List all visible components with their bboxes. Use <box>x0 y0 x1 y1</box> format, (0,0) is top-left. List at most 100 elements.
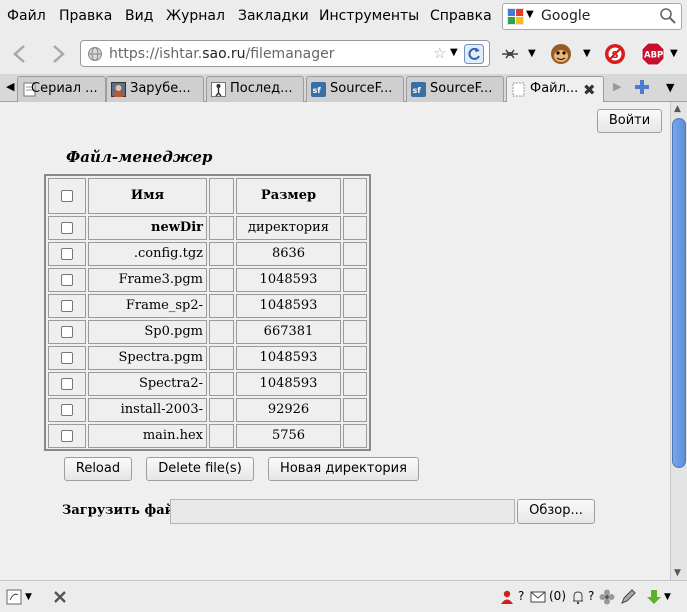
reload-icon[interactable] <box>464 44 484 64</box>
file-size-cell: 92926 <box>236 398 341 422</box>
login-button[interactable]: Войти <box>597 109 662 133</box>
stop-x-icon[interactable] <box>52 589 68 605</box>
select-all-cell <box>48 178 86 214</box>
menu-help[interactable]: Справка <box>430 8 492 24</box>
menu-file[interactable]: Файл <box>7 8 46 24</box>
scroll-tabs-right-icon[interactable]: ▶ <box>613 80 621 93</box>
tab-foreign[interactable]: Зарубе... <box>106 76 204 102</box>
row-checkbox-cell <box>48 242 86 266</box>
file-name-cell[interactable]: Frame3.pgm <box>88 268 207 292</box>
menu-edit[interactable]: Правка <box>59 8 112 24</box>
user-status-text: ? <box>518 589 525 603</box>
scroll-up-arrow-icon[interactable]: ▲ <box>674 104 681 114</box>
file-name-cell[interactable]: Spectra.pgm <box>88 346 207 370</box>
column-header-name[interactable]: Имя <box>88 178 207 214</box>
file-name-cell[interactable]: newDir <box>88 216 207 240</box>
search-engine-dropdown-icon[interactable]: ▼ <box>526 9 534 20</box>
pencil-icon[interactable] <box>620 589 636 605</box>
row-checkbox[interactable] <box>61 248 73 260</box>
menu-tools[interactable]: Инструменты <box>319 8 419 24</box>
bookmark-star-icon[interactable]: ☆ <box>433 44 446 62</box>
file-name-cell[interactable]: Spectra2-data3.pgm <box>88 372 207 413</box>
row-extra-cell <box>343 424 367 448</box>
address-bar[interactable]: https://ishtar.sao.ru/filemanager ☆ ▼ <box>80 40 490 67</box>
row-checkbox[interactable] <box>61 430 73 442</box>
file-size-cell: 1048593 <box>236 294 341 318</box>
menu-history[interactable]: Журнал <box>166 8 225 24</box>
menu-bookmarks[interactable]: Закладки <box>238 8 309 24</box>
file-name-cell[interactable]: main.hex <box>88 424 207 448</box>
forward-arrow-icon[interactable] <box>44 42 70 66</box>
new-directory-button[interactable]: Новая директория <box>268 457 419 481</box>
row-checkbox[interactable] <box>61 326 73 338</box>
tab-latest[interactable]: Послед... <box>206 76 304 102</box>
row-checkbox[interactable] <box>61 404 73 416</box>
column-header-size[interactable]: Размер (байт) <box>236 178 341 237</box>
row-spacer-cell <box>209 346 234 370</box>
download-icon[interactable] <box>646 589 662 605</box>
url-text[interactable]: https://ishtar.sao.ru/filemanager <box>109 46 334 62</box>
scroll-tabs-left-icon[interactable]: ◀ <box>6 80 14 93</box>
menu-bar: Файл Правка Вид Журнал Закладки Инструме… <box>0 0 687 34</box>
file-name-cell[interactable]: install-2003-1.4.pdf <box>88 398 207 439</box>
adblock-plus-icon[interactable]: ABP <box>641 42 665 66</box>
page-style-dropdown-icon[interactable]: ▼ <box>25 592 32 602</box>
history-dropdown-icon[interactable]: ▼ <box>450 47 458 58</box>
search-engine-label[interactable]: Google <box>541 8 590 24</box>
scroll-down-arrow-icon[interactable]: ▼ <box>674 568 681 578</box>
tab-list-dropdown-icon[interactable]: ▼ <box>666 81 674 94</box>
row-checkbox[interactable] <box>61 222 73 234</box>
browse-button[interactable]: Обзор... <box>517 499 595 524</box>
mail-icon[interactable] <box>530 589 546 605</box>
file-name-cell[interactable]: Frame_sp2-1.pgm <box>88 294 207 335</box>
bell-icon[interactable] <box>570 589 586 605</box>
globe-icon <box>88 47 102 61</box>
file-size-cell: 1048593 <box>236 372 341 396</box>
tab-serial[interactable]: Сериал ... <box>17 76 106 102</box>
mosquito-icon[interactable] <box>498 42 522 66</box>
select-all-checkbox[interactable] <box>61 190 73 202</box>
file-name-cell[interactable]: .config.tgz <box>88 242 207 266</box>
row-spacer-cell <box>209 268 234 292</box>
magnifier-icon[interactable] <box>659 7 677 25</box>
greasemonkey-icon[interactable] <box>549 42 573 66</box>
file-name-cell[interactable]: Sp0.pgm <box>88 320 207 344</box>
tab-sourceforge-1[interactable]: sf SourceF... <box>306 76 404 102</box>
row-spacer-cell <box>209 242 234 266</box>
menu-view[interactable]: Вид <box>125 8 153 24</box>
tab-file-manager[interactable]: Файл... ✖ <box>506 76 604 103</box>
back-arrow-icon[interactable] <box>8 42 34 66</box>
search-box[interactable]: ▼ Google <box>502 3 682 30</box>
mosquito-dropdown-icon[interactable]: ▼ <box>528 48 536 59</box>
row-checkbox[interactable] <box>61 378 73 390</box>
flower-icon[interactable] <box>599 589 615 605</box>
vertical-scrollbar[interactable]: ▲ ▼ <box>670 102 687 580</box>
upload-file-input[interactable] <box>170 499 515 524</box>
reload-button[interactable]: Reload <box>64 457 132 481</box>
user-icon[interactable] <box>499 589 515 605</box>
noscript-icon[interactable]: S <box>603 42 627 66</box>
google-logo-icon[interactable] <box>507 8 524 25</box>
row-checkbox-cell <box>48 216 86 240</box>
download-dropdown-icon[interactable]: ▼ <box>664 592 671 602</box>
row-checkbox[interactable] <box>61 300 73 312</box>
adblock-dropdown-icon[interactable]: ▼ <box>670 48 678 59</box>
row-checkbox-cell <box>48 372 86 396</box>
row-extra-cell <box>343 268 367 292</box>
blank-page-icon <box>512 82 525 97</box>
row-checkbox[interactable] <box>61 274 73 286</box>
new-tab-plus-icon[interactable] <box>634 79 650 95</box>
row-checkbox[interactable] <box>61 352 73 364</box>
row-spacer-cell <box>209 294 234 318</box>
row-extra-cell <box>343 216 367 240</box>
figure-favicon-icon <box>211 82 226 97</box>
scrollbar-thumb[interactable] <box>672 118 686 468</box>
greasemonkey-dropdown-icon[interactable]: ▼ <box>583 48 591 59</box>
row-spacer-cell <box>209 424 234 448</box>
close-tab-icon[interactable]: ✖ <box>583 81 596 99</box>
page-style-icon[interactable] <box>6 589 22 605</box>
delete-files-button[interactable]: Delete file(s) <box>146 457 254 481</box>
row-spacer-cell <box>209 216 234 240</box>
page-content: Войти Файл-менеджер Имя Размер (байт) ne… <box>0 102 670 580</box>
tab-sourceforge-2[interactable]: sf SourceF... <box>406 76 504 102</box>
